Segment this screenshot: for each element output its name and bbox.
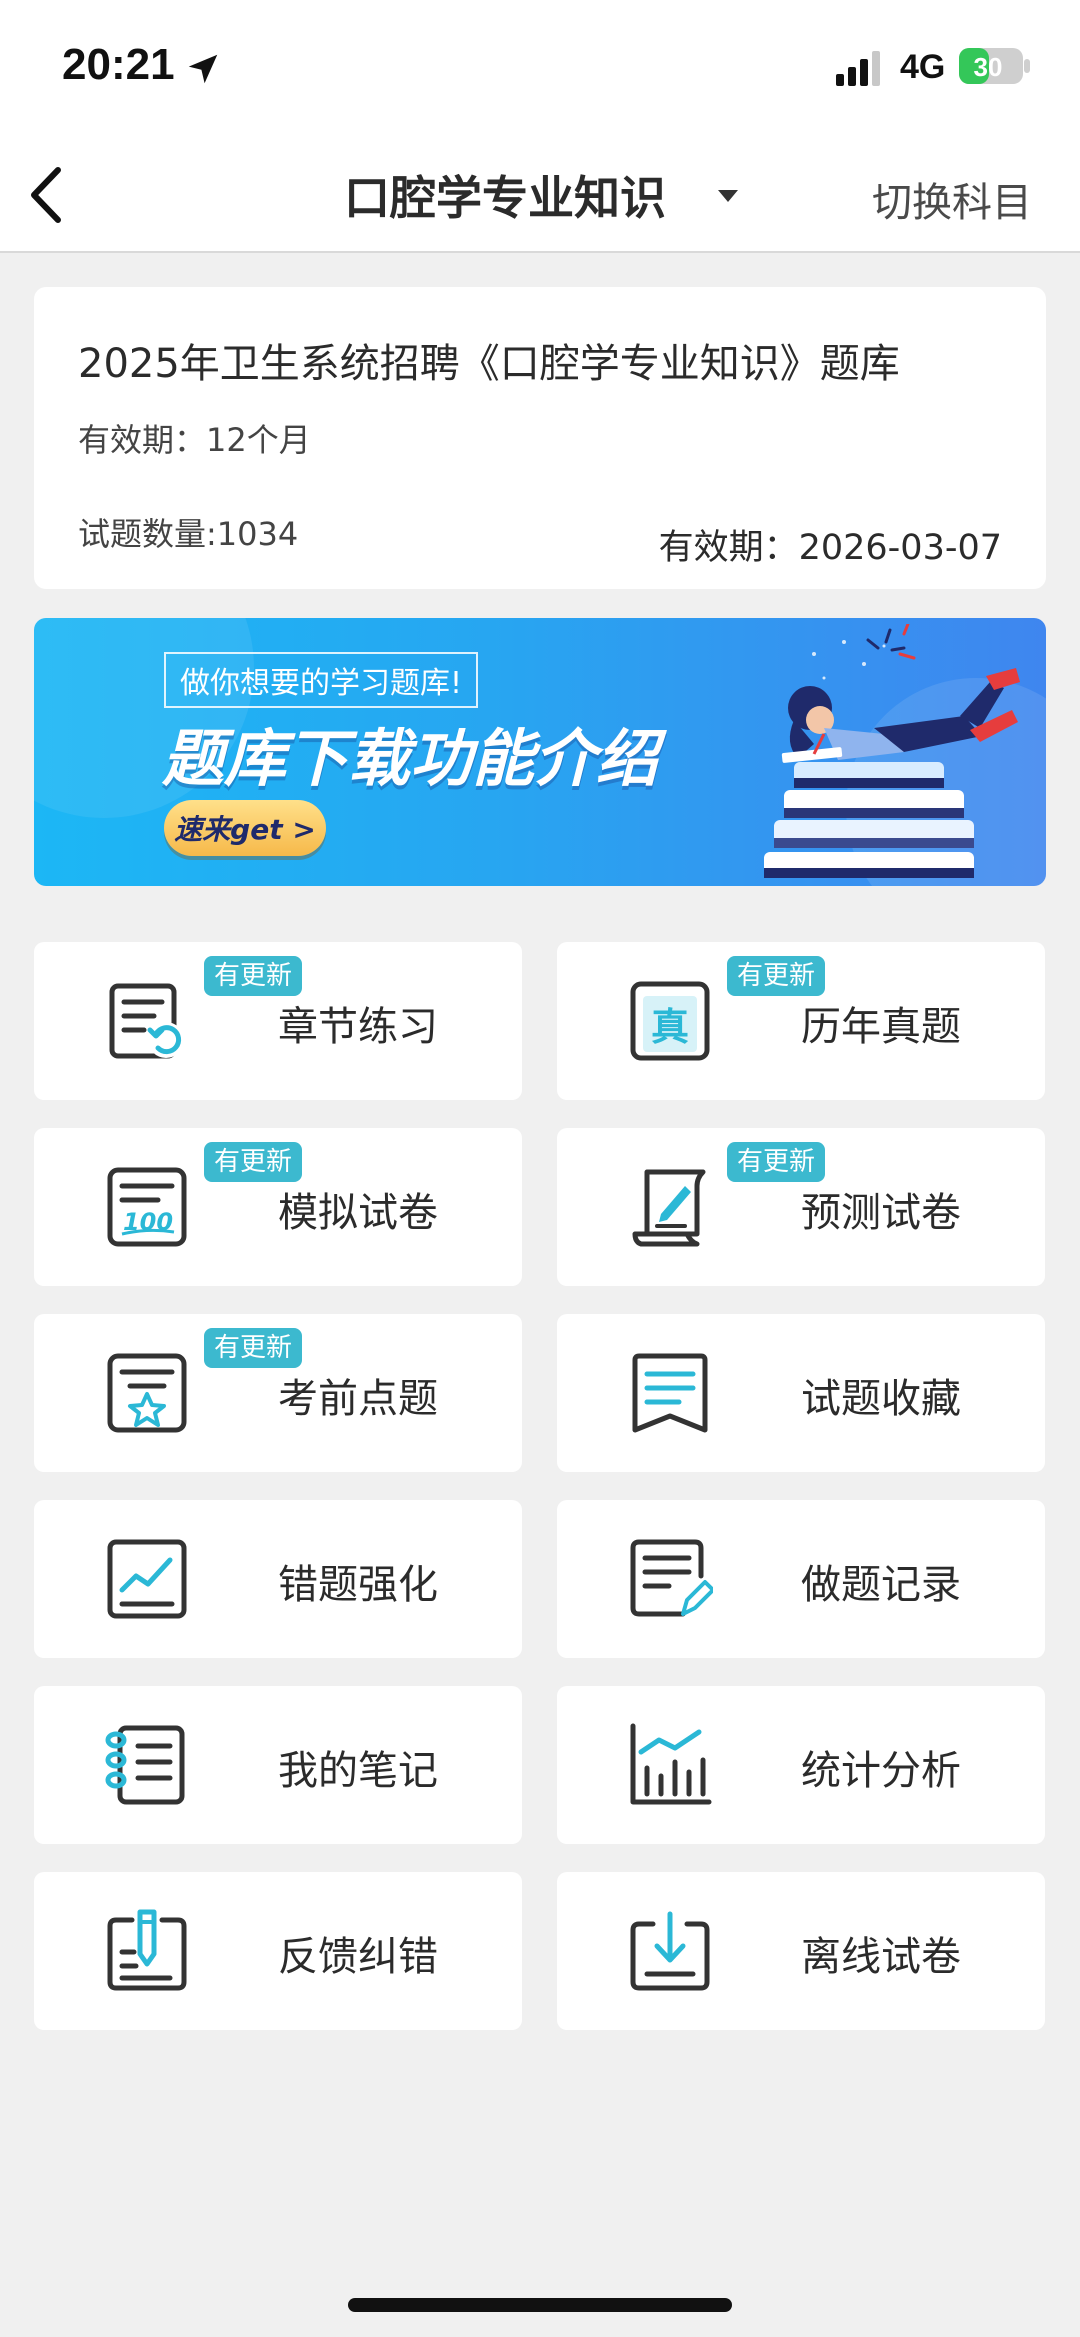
tile-notes[interactable]: 我的笔记: [34, 1686, 522, 1844]
feedback-icon: [107, 1909, 187, 1991]
tile-favorites[interactable]: 试题收藏: [557, 1314, 1045, 1472]
promo-banner[interactable]: 做你想要的学习题库! 题库下载功能介绍 速来get >: [34, 618, 1046, 886]
validity-period: 有效期：12个月: [78, 421, 311, 459]
home-indicator[interactable]: [348, 2298, 732, 2312]
status-time: 20:21: [62, 40, 175, 89]
expire-date: 有效期：2026-03-07: [658, 528, 1002, 568]
chapter-practice-icon: [109, 983, 184, 1059]
key-points-icon: [107, 1353, 187, 1433]
status-bar: 20:21 4G 30: [0, 0, 1080, 140]
practice-record-icon: [630, 1539, 713, 1617]
tile-feedback[interactable]: 反馈纠错: [34, 1872, 522, 2030]
tile-label: 错题强化: [278, 1562, 438, 1608]
switch-subject-button[interactable]: 切换科目: [872, 170, 1032, 228]
svg-text:真: 真: [651, 1005, 689, 1049]
update-badge: 有更新: [204, 1142, 303, 1182]
bank-title: 2025年卫生系统招聘《口腔学专业知识》题库: [78, 341, 900, 387]
tile-label: 试题收藏: [801, 1376, 961, 1422]
notes-icon: [105, 1725, 185, 1805]
tile-label: 章节练习: [278, 1004, 438, 1050]
location-arrow-icon: [188, 54, 218, 84]
tile-label: 考前点题: [278, 1376, 438, 1422]
banner-tagline: 做你想要的学习题库!: [164, 652, 479, 708]
offline-download-icon: [630, 1911, 710, 1991]
page-title[interactable]: 口腔学专业知识: [344, 162, 666, 228]
tile-practice-record[interactable]: 做题记录: [557, 1500, 1045, 1658]
update-badge: 有更新: [204, 1328, 303, 1368]
tile-label: 统计分析: [801, 1748, 961, 1794]
mock-paper-icon: 100: [107, 1167, 187, 1247]
favorites-icon: [632, 1353, 708, 1433]
back-icon[interactable]: [22, 158, 68, 232]
forecast-paper-icon: [632, 1169, 706, 1247]
tile-offline-paper[interactable]: 离线试卷: [557, 1872, 1045, 2030]
past-exams-icon: 真: [630, 981, 710, 1061]
nav-bar: 口腔学专业知识 切换科目: [0, 140, 1080, 253]
signal-icon: [836, 51, 880, 86]
statistics-icon: [630, 1723, 712, 1805]
update-badge: 有更新: [727, 1142, 826, 1182]
tile-past-exams[interactable]: 真 有更新 历年真题: [557, 942, 1045, 1100]
tile-chapter-practice[interactable]: 有更新 章节练习: [34, 942, 522, 1100]
tile-label: 离线试卷: [801, 1934, 961, 1980]
tile-label: 历年真题: [801, 1004, 961, 1050]
chevron-down-icon[interactable]: [716, 188, 740, 204]
student-reading-illustration: [764, 624, 1020, 878]
update-badge: 有更新: [204, 956, 303, 996]
tile-mock-paper[interactable]: 100 有更新 模拟试卷: [34, 1128, 522, 1286]
banner-headline: 题库下载功能介绍: [162, 722, 659, 795]
question-bank-info-card: 2025年卫生系统招聘《口腔学专业知识》题库 有效期：12个月 试题数量:103…: [34, 287, 1046, 589]
wrong-questions-icon: [107, 1539, 187, 1619]
svg-text:30: 30: [974, 52, 1003, 82]
update-badge: 有更新: [727, 956, 826, 996]
tile-statistics[interactable]: 统计分析: [557, 1686, 1045, 1844]
tile-label: 我的笔记: [278, 1748, 438, 1794]
tile-label: 反馈纠错: [278, 1934, 438, 1980]
question-count: 试题数量:1034: [78, 515, 299, 553]
tile-label: 做题记录: [801, 1562, 961, 1608]
tile-label: 模拟试卷: [278, 1190, 438, 1236]
tile-forecast-paper[interactable]: 有更新 预测试卷: [557, 1128, 1045, 1286]
banner-cta-button[interactable]: 速来get >: [164, 800, 326, 856]
battery-icon: 30: [959, 48, 1030, 84]
tile-key-points[interactable]: 有更新 考前点题: [34, 1314, 522, 1472]
tile-label: 预测试卷: [801, 1190, 961, 1236]
network-type: 4G: [900, 48, 946, 86]
tile-wrong-questions[interactable]: 错题强化: [34, 1500, 522, 1658]
